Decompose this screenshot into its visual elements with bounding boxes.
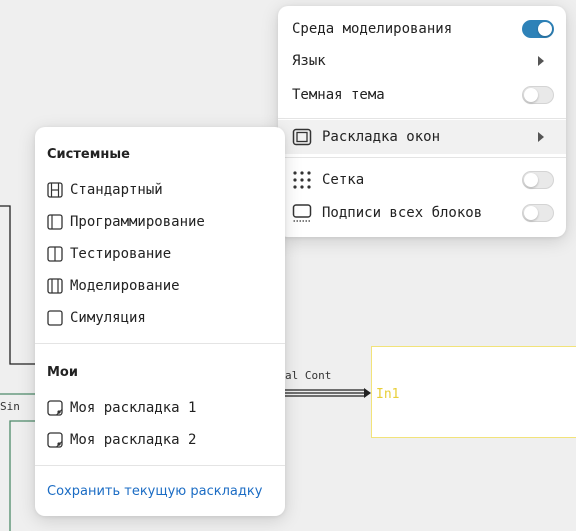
layout-item-label: Моделирование bbox=[70, 278, 180, 294]
menu-item-dark-theme[interactable]: Темная тема bbox=[278, 79, 566, 111]
mine-section-title: Мои bbox=[47, 365, 78, 380]
layout-item-modeling[interactable]: Моделирование bbox=[35, 270, 285, 302]
divider bbox=[35, 465, 285, 466]
window-layout-submenu: Системные Стандартный Программирование Т… bbox=[35, 127, 285, 516]
layout-item-label: Тестирование bbox=[70, 246, 172, 262]
menu-item-block-labels[interactable]: Подписи всех блоков bbox=[278, 197, 566, 229]
menu-item-label: Подписи всех блоков bbox=[322, 205, 483, 221]
chevron-right-icon bbox=[538, 132, 544, 142]
custom-layout-item-1[interactable]: Моя раскладка 1 bbox=[35, 392, 285, 424]
menu-item-language[interactable]: Язык bbox=[278, 45, 566, 77]
chevron-right-icon bbox=[538, 56, 544, 66]
menu-item-label: Язык bbox=[292, 53, 326, 69]
layout-programming-icon bbox=[47, 214, 63, 230]
save-current-layout-link[interactable]: Сохранить текущую раскладку bbox=[47, 484, 262, 499]
grid-dots-icon bbox=[292, 170, 312, 190]
dark-theme-toggle[interactable] bbox=[522, 86, 554, 104]
window-layout-icon bbox=[292, 127, 312, 147]
custom-layout-item-2[interactable]: Моя раскладка 2 bbox=[35, 424, 285, 456]
menu-item-window-layout[interactable]: Раскладка окон bbox=[278, 120, 566, 154]
settings-menu: Среда моделирования Язык Темная тема Рас… bbox=[278, 6, 566, 237]
divider bbox=[35, 343, 285, 344]
layout-item-label: Программирование bbox=[70, 214, 205, 230]
layout-item-label: Стандартный bbox=[70, 182, 163, 198]
custom-layout-icon bbox=[47, 400, 63, 416]
layout-item-label: Симуляция bbox=[70, 310, 146, 326]
in1-port-label: In1 bbox=[376, 387, 400, 402]
layout-item-programming[interactable]: Программирование bbox=[35, 206, 285, 238]
layout-standard-icon bbox=[47, 182, 63, 198]
menu-item-label: Сетка bbox=[322, 172, 365, 188]
layout-item-standard[interactable]: Стандартный bbox=[35, 174, 285, 206]
menu-item-modeling-env[interactable]: Среда моделирования bbox=[278, 13, 566, 45]
divider bbox=[278, 118, 566, 119]
block-labels-toggle[interactable] bbox=[522, 204, 554, 222]
block-labels-icon bbox=[292, 203, 312, 223]
divider bbox=[278, 157, 566, 158]
modeling-env-toggle[interactable] bbox=[522, 20, 554, 38]
menu-item-grid[interactable]: Сетка bbox=[278, 164, 566, 196]
menu-item-label: Темная тема bbox=[292, 87, 385, 103]
wire-black bbox=[0, 205, 40, 365]
bus-arrowhead bbox=[364, 388, 371, 398]
system-section-title: Системные bbox=[47, 147, 130, 162]
layout-modeling-icon bbox=[47, 278, 63, 294]
layout-item-label: Моя раскладка 2 bbox=[70, 432, 197, 448]
menu-item-label: Среда моделирования bbox=[292, 21, 453, 37]
menu-item-label: Раскладка окон bbox=[322, 129, 441, 145]
layout-testing-icon bbox=[47, 246, 63, 262]
in1-block[interactable]: In1 bbox=[371, 346, 576, 438]
layout-item-label: Моя раскладка 1 bbox=[70, 400, 197, 416]
sin-label: Sin bbox=[0, 400, 20, 413]
layout-item-testing[interactable]: Тестирование bbox=[35, 238, 285, 270]
layout-item-simulation[interactable]: Симуляция bbox=[35, 302, 285, 334]
signal-label: al Cont bbox=[285, 369, 332, 382]
custom-layout-icon bbox=[47, 432, 63, 448]
grid-toggle[interactable] bbox=[522, 171, 554, 189]
layout-simulation-icon bbox=[47, 310, 63, 326]
